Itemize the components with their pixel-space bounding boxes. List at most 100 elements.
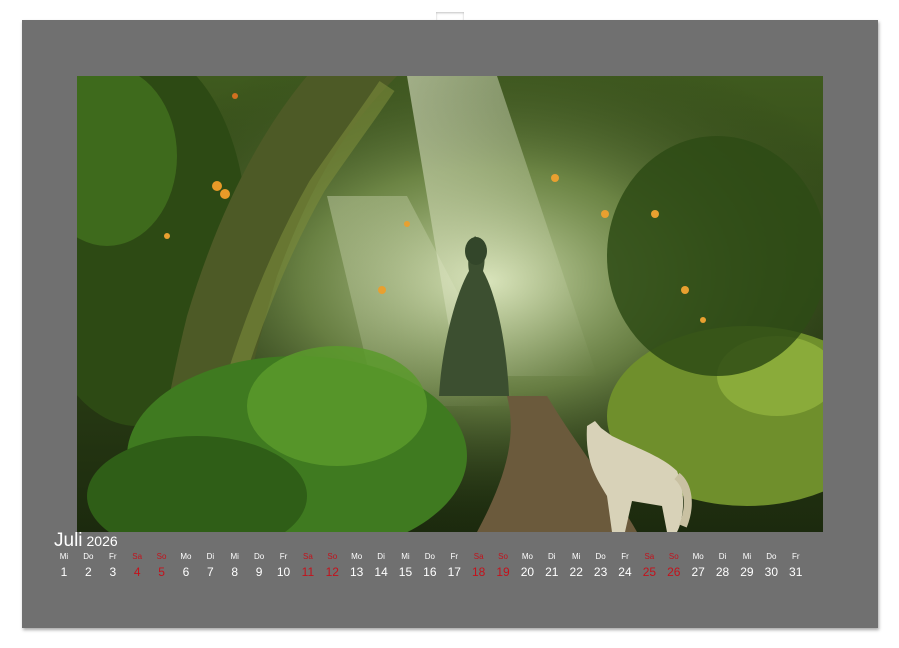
weekday-abbrev: Di: [540, 552, 564, 564]
day-number: 27: [686, 564, 710, 580]
forest-scene-image: [77, 76, 823, 532]
day-cell: Mi1: [52, 552, 76, 592]
weekday-abbrev: Fr: [784, 552, 808, 564]
weekday-abbrev: So: [491, 552, 515, 564]
day-number: 13: [345, 564, 369, 580]
weekday-abbrev: Mo: [174, 552, 198, 564]
weekday-abbrev: Di: [198, 552, 222, 564]
day-number: 11: [296, 564, 320, 580]
day-cell: Sa25: [637, 552, 661, 592]
weekday-abbrev: Sa: [637, 552, 661, 564]
day-number: 20: [515, 564, 539, 580]
weekday-abbrev: Fr: [613, 552, 637, 564]
day-number: 5: [150, 564, 174, 580]
weekday-abbrev: Sa: [296, 552, 320, 564]
day-cell: Mo20: [515, 552, 539, 592]
day-number: 22: [564, 564, 588, 580]
weekday-abbrev: Sa: [125, 552, 149, 564]
month-name: Juli: [54, 530, 83, 551]
day-cell: Di14: [369, 552, 393, 592]
day-cell: Sa11: [296, 552, 320, 592]
calendar-page: [22, 20, 878, 628]
day-number: 15: [393, 564, 417, 580]
weekday-abbrev: Do: [247, 552, 271, 564]
day-cell: Mi22: [564, 552, 588, 592]
day-cell: Di28: [711, 552, 735, 592]
day-cell: Sa18: [467, 552, 491, 592]
weekday-abbrev: Mi: [393, 552, 417, 564]
year-label: 2026: [87, 533, 118, 549]
day-number: 29: [735, 564, 759, 580]
day-cell: Do16: [418, 552, 442, 592]
day-cell: So26: [662, 552, 686, 592]
weekday-abbrev: Fr: [272, 552, 296, 564]
day-number: 9: [247, 564, 271, 580]
day-number: 28: [711, 564, 735, 580]
day-cell: Do23: [589, 552, 613, 592]
day-number: 30: [759, 564, 783, 580]
day-number: 16: [418, 564, 442, 580]
day-number: 24: [613, 564, 637, 580]
day-number: 25: [637, 564, 661, 580]
day-cell: Mo13: [345, 552, 369, 592]
weekday-abbrev: Mo: [515, 552, 539, 564]
day-cell: Do9: [247, 552, 271, 592]
weekday-abbrev: Do: [418, 552, 442, 564]
day-cell: Fr31: [784, 552, 808, 592]
day-cell: So19: [491, 552, 515, 592]
calendar-days-row: Mi1Do2Fr3Sa4So5Mo6Di7Mi8Do9Fr10Sa11So12M…: [52, 552, 808, 592]
day-cell: Di21: [540, 552, 564, 592]
day-cell: Mi15: [393, 552, 417, 592]
day-cell: Do30: [759, 552, 783, 592]
day-cell: Di7: [198, 552, 222, 592]
day-number: 6: [174, 564, 198, 580]
weekday-abbrev: Mi: [52, 552, 76, 564]
day-cell: So12: [320, 552, 344, 592]
day-number: 2: [76, 564, 100, 580]
forest-photo: [77, 76, 823, 532]
weekday-abbrev: Mi: [223, 552, 247, 564]
weekday-abbrev: Do: [759, 552, 783, 564]
day-cell: Sa4: [125, 552, 149, 592]
weekday-abbrev: Mi: [564, 552, 588, 564]
day-cell: Fr24: [613, 552, 637, 592]
day-cell: Fr17: [442, 552, 466, 592]
day-number: 23: [589, 564, 613, 580]
day-cell: Mo6: [174, 552, 198, 592]
day-number: 17: [442, 564, 466, 580]
weekday-abbrev: So: [320, 552, 344, 564]
day-number: 26: [662, 564, 686, 580]
day-cell: Fr3: [101, 552, 125, 592]
day-number: 14: [369, 564, 393, 580]
weekday-abbrev: Do: [76, 552, 100, 564]
weekday-abbrev: Do: [589, 552, 613, 564]
day-number: 31: [784, 564, 808, 580]
day-number: 3: [101, 564, 125, 580]
weekday-abbrev: Mo: [686, 552, 710, 564]
weekday-abbrev: Fr: [101, 552, 125, 564]
day-number: 8: [223, 564, 247, 580]
day-cell: Fr10: [272, 552, 296, 592]
day-number: 1: [52, 564, 76, 580]
day-number: 18: [467, 564, 491, 580]
day-cell: Mi8: [223, 552, 247, 592]
month-title: Juli2026: [54, 530, 118, 552]
weekday-abbrev: So: [150, 552, 174, 564]
day-cell: Do2: [76, 552, 100, 592]
day-number: 12: [320, 564, 344, 580]
day-number: 10: [272, 564, 296, 580]
weekday-abbrev: Di: [711, 552, 735, 564]
weekday-abbrev: So: [662, 552, 686, 564]
day-number: 21: [540, 564, 564, 580]
weekday-abbrev: Mi: [735, 552, 759, 564]
day-number: 4: [125, 564, 149, 580]
weekday-abbrev: Sa: [467, 552, 491, 564]
weekday-abbrev: Di: [369, 552, 393, 564]
day-number: 19: [491, 564, 515, 580]
day-cell: Mo27: [686, 552, 710, 592]
weekday-abbrev: Mo: [345, 552, 369, 564]
day-cell: So5: [150, 552, 174, 592]
day-cell: Mi29: [735, 552, 759, 592]
weekday-abbrev: Fr: [442, 552, 466, 564]
day-number: 7: [198, 564, 222, 580]
